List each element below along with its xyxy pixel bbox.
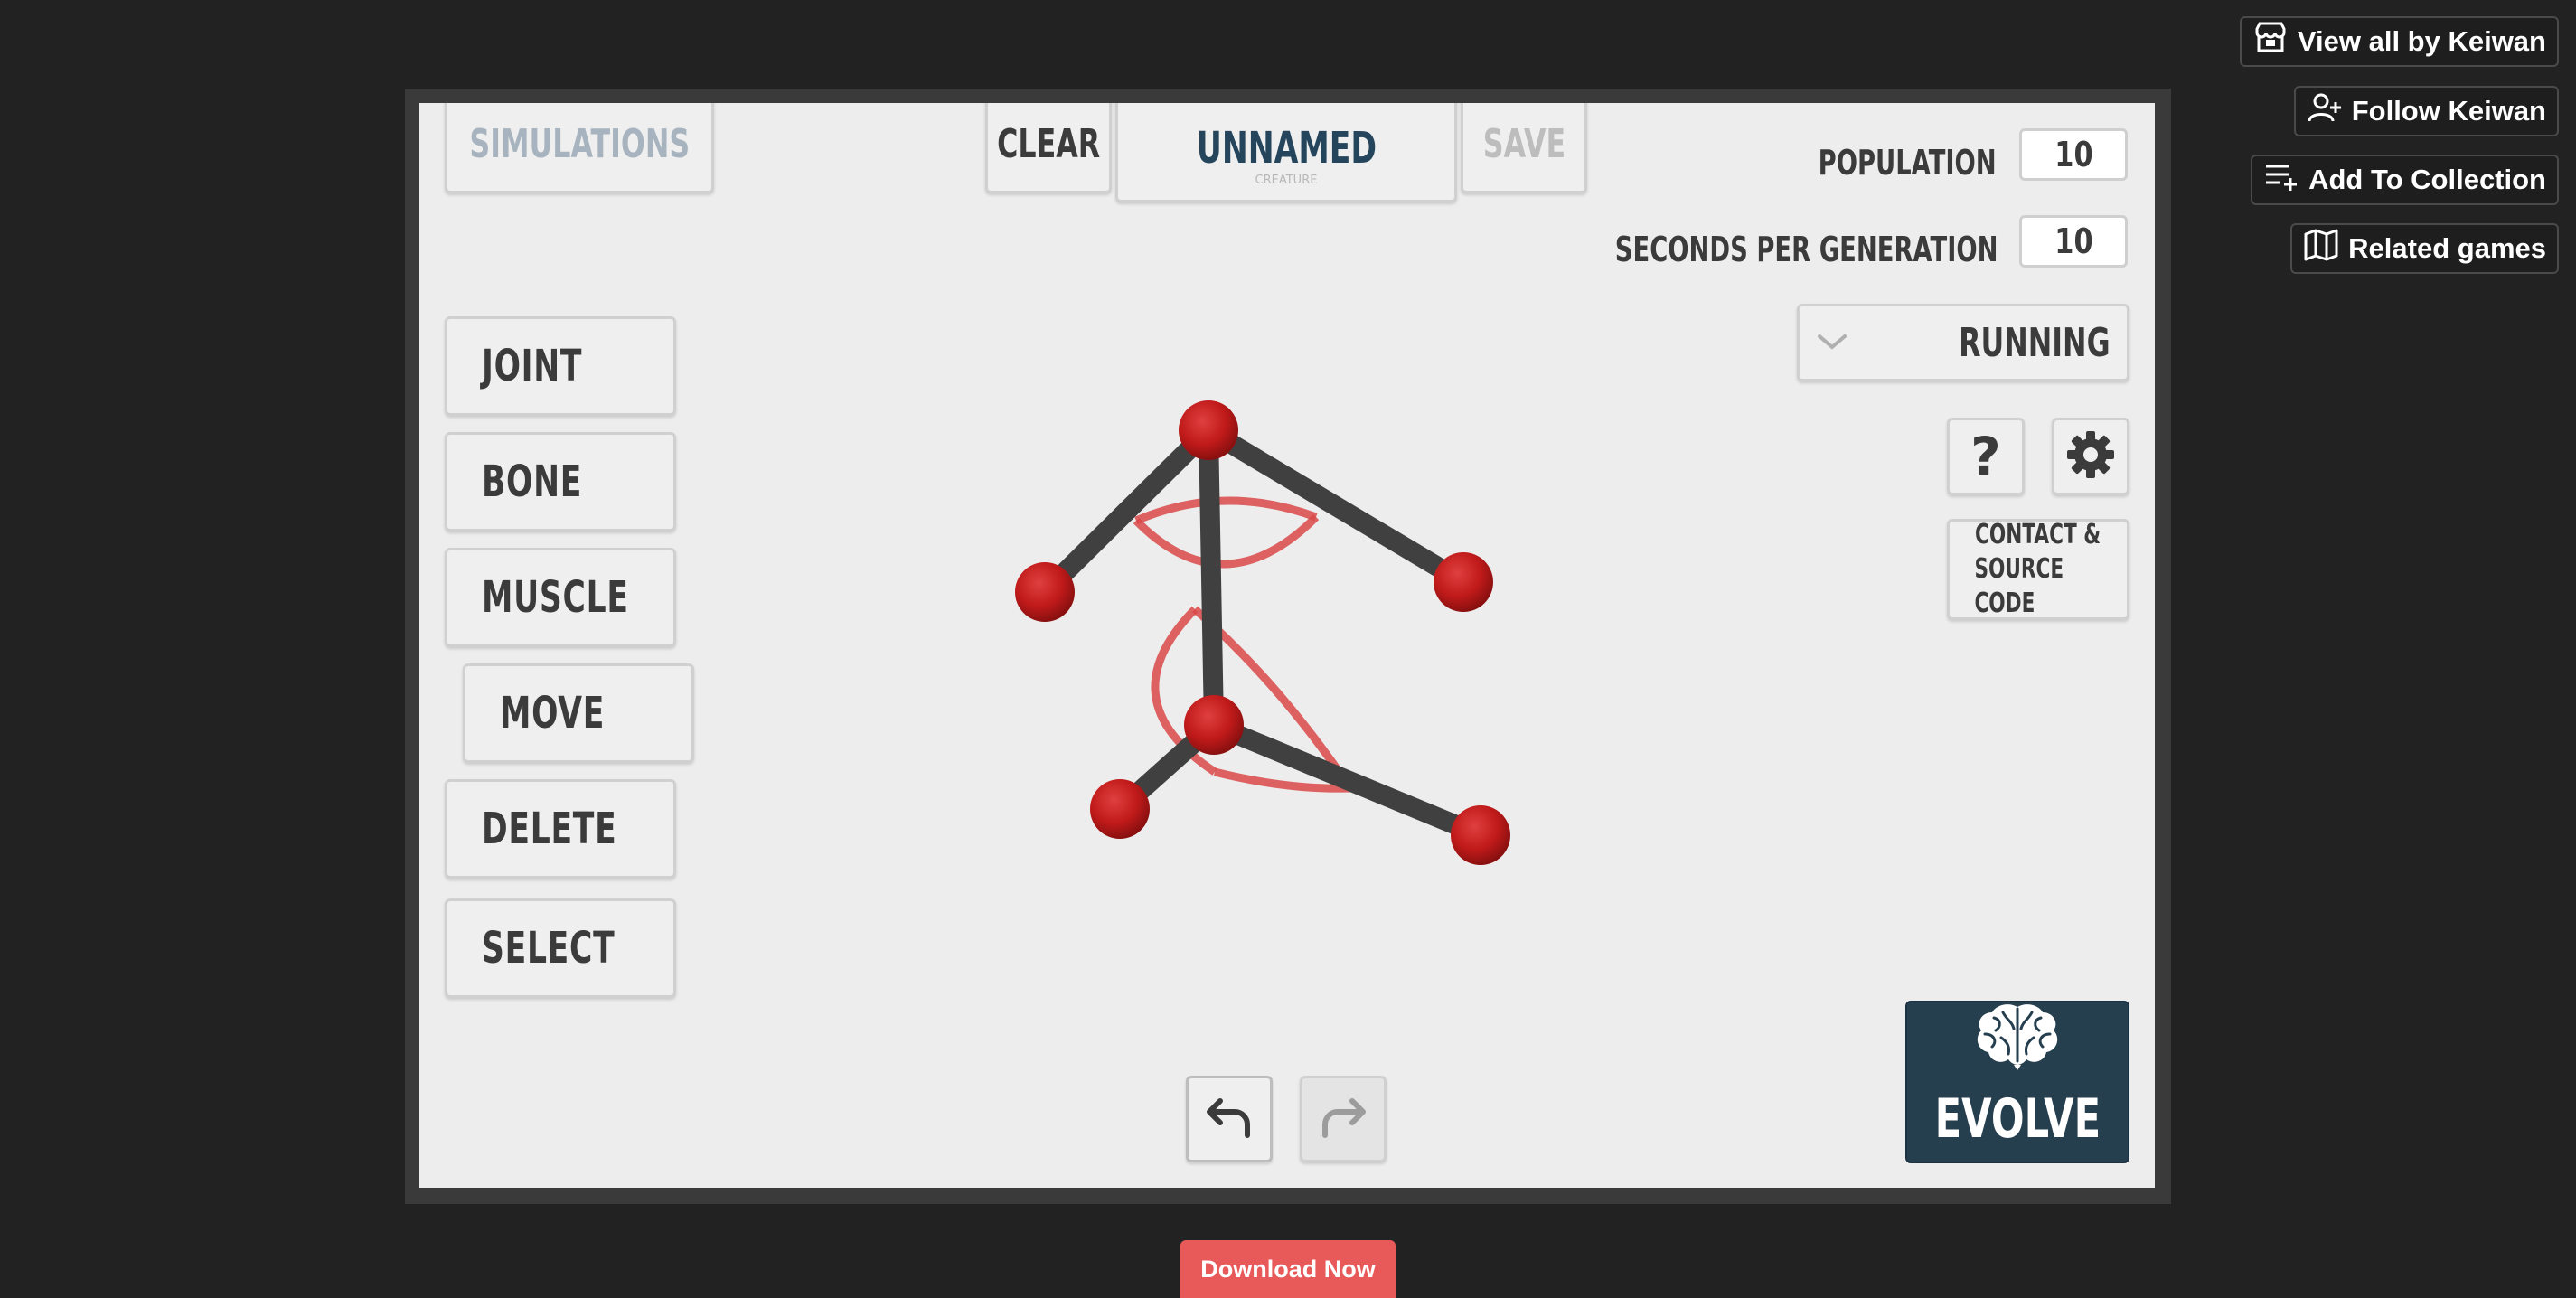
muscle [1133, 513, 1320, 569]
muscle [1134, 496, 1318, 525]
settings-button[interactable] [2052, 418, 2129, 495]
follow-user-icon [2307, 89, 2343, 133]
add-to-collection-label: Add To Collection [2308, 164, 2546, 195]
brain-icon [1974, 1002, 2061, 1084]
redo-button[interactable] [1300, 1076, 1387, 1162]
save-button[interactable]: SAVE [1461, 103, 1587, 193]
bone [1199, 420, 1473, 592]
tool-bone-button[interactable]: BONE [445, 432, 676, 531]
chevron-down-icon [1814, 327, 1850, 358]
view-all-by-keiwan-button[interactable]: View all by Keiwan [2239, 16, 2559, 67]
view-all-label: View all by Keiwan [2297, 25, 2546, 57]
map-icon [2303, 227, 2339, 270]
gear-icon [2065, 429, 2116, 484]
undo-icon [1202, 1090, 1256, 1149]
seconds-per-generation-label: SECONDS PER GENERATION [1615, 230, 1998, 269]
evolve-label: EVOLVE [1934, 1087, 2101, 1151]
joint [1179, 400, 1238, 460]
tool-joint-button[interactable]: JOINT [445, 316, 676, 416]
bones [1035, 420, 1490, 845]
muscles [1133, 496, 1354, 793]
bone [1204, 715, 1490, 845]
bone [1110, 715, 1224, 819]
game-canvas[interactable]: SIMULATIONS CLEAR UNNAMED CREATURE SAVE … [419, 103, 2155, 1188]
contact-source-code-button[interactable]: CONTACT & SOURCE CODE [1947, 519, 2129, 620]
bone [1035, 420, 1218, 602]
tool-select-button[interactable]: SELECT [445, 898, 676, 998]
muscle [1151, 606, 1217, 776]
add-to-collection-button[interactable]: Add To Collection [2251, 155, 2559, 205]
joint [1015, 562, 1075, 622]
tool-delete-button[interactable]: DELETE [445, 779, 676, 879]
related-games-button[interactable]: Related games [2290, 223, 2559, 274]
tool-move-button[interactable]: MOVE [463, 663, 694, 763]
help-button[interactable]: ? [1947, 418, 2025, 495]
follow-keiwan-button[interactable]: Follow Keiwan [2293, 86, 2559, 136]
population-input[interactable]: 10 [2019, 128, 2128, 181]
clear-button[interactable]: CLEAR [985, 103, 1112, 193]
evolve-button[interactable]: EVOLVE [1905, 1001, 2129, 1163]
task-dropdown[interactable]: RUNNING [1797, 304, 2129, 381]
undo-button[interactable] [1186, 1076, 1273, 1162]
related-games-label: Related games [2348, 232, 2546, 264]
seconds-per-generation-input[interactable]: 10 [2019, 215, 2128, 268]
store-icon [2252, 20, 2289, 63]
creature-name-field[interactable]: UNNAMED CREATURE [1115, 103, 1457, 202]
simulations-button[interactable]: SIMULATIONS [445, 103, 714, 193]
joint [1451, 805, 1510, 865]
add-to-list-icon [2263, 158, 2299, 202]
muscle [1192, 606, 1354, 791]
download-now-button[interactable]: Download Now [1180, 1240, 1396, 1298]
joints [1015, 400, 1510, 865]
population-label: POPULATION [1818, 143, 1997, 183]
joint [1184, 695, 1244, 755]
bone [1199, 420, 1224, 735]
redo-icon [1316, 1090, 1370, 1149]
follow-label: Follow Keiwan [2351, 95, 2546, 127]
tool-muscle-button[interactable]: MUSCLE [445, 548, 676, 647]
muscle [1213, 767, 1351, 793]
joint [1090, 779, 1150, 839]
joint [1434, 552, 1493, 612]
